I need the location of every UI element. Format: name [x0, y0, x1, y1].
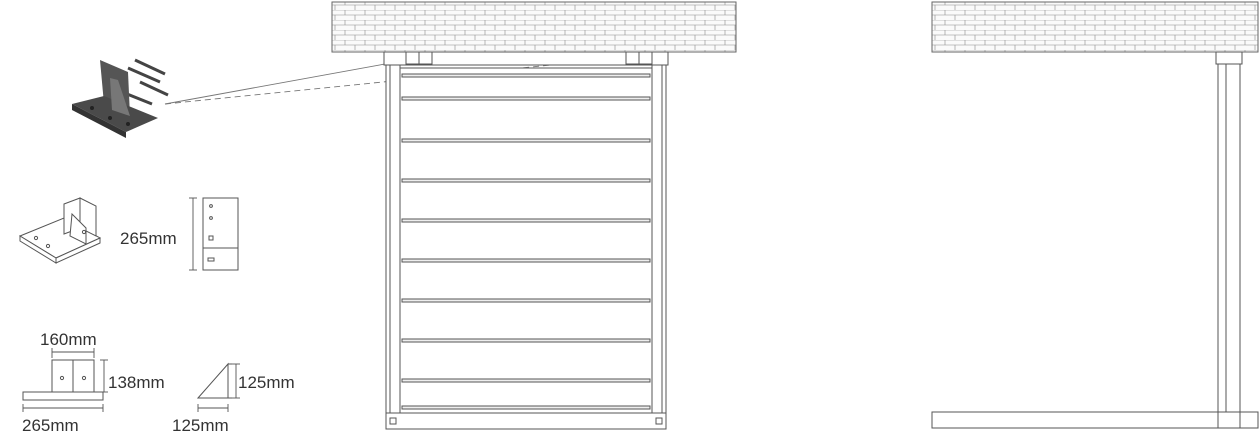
bracket-side-elevation: [22, 359, 104, 401]
pergola-side-frame: [931, 51, 1259, 429]
brick-wall-front: [331, 1, 737, 53]
base-width-label: 265mm: [22, 416, 79, 435]
plate-height-label: 265mm: [120, 229, 177, 248]
brick-wall-side: [931, 1, 1259, 53]
gusset-height-label: 125mm: [238, 373, 295, 392]
bracket-isometric-icon: [18, 197, 102, 264]
steel-angle-bracket-icon: [72, 58, 169, 138]
side-height-label: 138mm: [108, 373, 165, 392]
pergola-front-frame: [383, 51, 669, 430]
bracket-front-view: [202, 197, 239, 271]
gusset-triangle: [196, 362, 232, 399]
gusset-width-label: 125mm: [172, 416, 229, 435]
dim-plate-height: [189, 197, 197, 271]
top-width-label: 160mm: [40, 330, 97, 349]
pergola-bracket-diagram: 265mm 160mm 138mm 265mm 125mm 125mm: [18, 1, 1259, 435]
